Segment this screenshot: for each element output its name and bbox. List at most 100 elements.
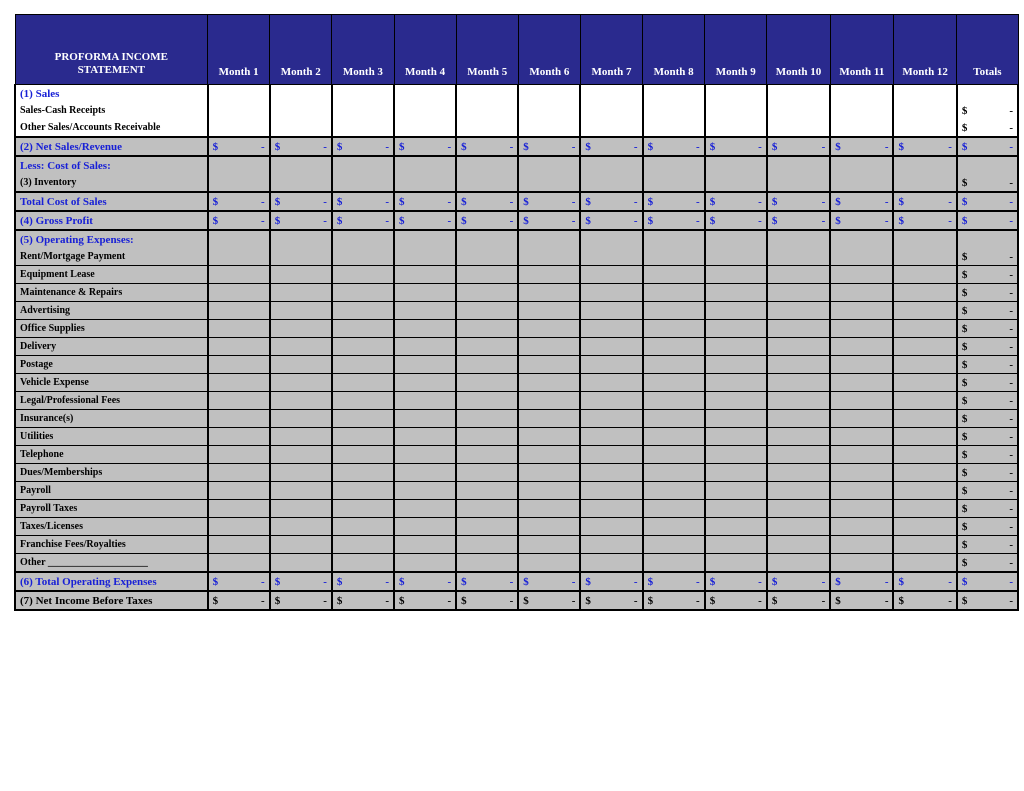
cell[interactable]: [643, 174, 705, 192]
cell[interactable]: $-: [270, 137, 332, 156]
cell[interactable]: [767, 102, 830, 119]
cell[interactable]: [705, 284, 767, 302]
cell[interactable]: [893, 536, 956, 554]
cell[interactable]: [456, 85, 518, 103]
cell[interactable]: [332, 320, 394, 338]
cell[interactable]: [208, 464, 270, 482]
cell-total[interactable]: $-: [957, 374, 1018, 392]
cell[interactable]: [518, 85, 580, 103]
cell[interactable]: [705, 338, 767, 356]
cell[interactable]: $-: [332, 591, 394, 610]
cell[interactable]: [270, 119, 332, 137]
cell[interactable]: [332, 338, 394, 356]
cell[interactable]: [767, 320, 830, 338]
cell[interactable]: [270, 85, 332, 103]
cell[interactable]: $-: [394, 572, 456, 591]
cell[interactable]: [705, 85, 767, 103]
cell[interactable]: [893, 500, 956, 518]
cell[interactable]: [394, 320, 456, 338]
cell[interactable]: [643, 266, 705, 284]
cell[interactable]: [893, 230, 956, 248]
cell[interactable]: [456, 102, 518, 119]
cell[interactable]: [394, 338, 456, 356]
cell[interactable]: [394, 554, 456, 573]
cell[interactable]: [580, 374, 642, 392]
cell[interactable]: [893, 464, 956, 482]
cell[interactable]: [767, 536, 830, 554]
cell[interactable]: [893, 174, 956, 192]
cell[interactable]: [705, 320, 767, 338]
cell-total[interactable]: $-: [957, 500, 1018, 518]
cell[interactable]: [705, 392, 767, 410]
cell[interactable]: $-: [580, 572, 642, 591]
cell[interactable]: [270, 320, 332, 338]
cell[interactable]: [830, 248, 893, 266]
cell[interactable]: [518, 482, 580, 500]
cell[interactable]: [830, 119, 893, 137]
cell[interactable]: [332, 428, 394, 446]
cell[interactable]: [580, 536, 642, 554]
cell[interactable]: [332, 119, 394, 137]
cell-total[interactable]: $-: [957, 211, 1018, 230]
cell-total[interactable]: $-: [957, 410, 1018, 428]
cell[interactable]: [208, 374, 270, 392]
cell[interactable]: [643, 248, 705, 266]
cell[interactable]: [643, 85, 705, 103]
cell[interactable]: [705, 156, 767, 174]
cell-total[interactable]: $-: [957, 174, 1018, 192]
cell[interactable]: [767, 230, 830, 248]
cell[interactable]: [830, 102, 893, 119]
cell[interactable]: $-: [643, 591, 705, 610]
cell[interactable]: [270, 248, 332, 266]
cell-total[interactable]: $-: [957, 554, 1018, 573]
cell[interactable]: [332, 482, 394, 500]
cell[interactable]: [394, 356, 456, 374]
cell[interactable]: [518, 464, 580, 482]
cell[interactable]: [394, 410, 456, 428]
cell[interactable]: [394, 446, 456, 464]
cell[interactable]: [893, 374, 956, 392]
cell[interactable]: [456, 119, 518, 137]
cell[interactable]: [767, 266, 830, 284]
cell[interactable]: [456, 174, 518, 192]
cell[interactable]: $-: [332, 211, 394, 230]
cell-total[interactable]: $-: [957, 572, 1018, 591]
cell[interactable]: $-: [767, 211, 830, 230]
cell-total[interactable]: $-: [957, 137, 1018, 156]
cell[interactable]: [643, 554, 705, 573]
cell[interactable]: [208, 392, 270, 410]
cell[interactable]: [830, 410, 893, 428]
cell[interactable]: [893, 410, 956, 428]
cell[interactable]: [208, 536, 270, 554]
cell[interactable]: [643, 320, 705, 338]
cell[interactable]: [394, 85, 456, 103]
cell[interactable]: [394, 518, 456, 536]
cell[interactable]: [332, 410, 394, 428]
cell[interactable]: [518, 302, 580, 320]
cell[interactable]: [518, 518, 580, 536]
cell[interactable]: $-: [394, 591, 456, 610]
cell[interactable]: [208, 428, 270, 446]
cell[interactable]: [893, 302, 956, 320]
cell[interactable]: [580, 356, 642, 374]
cell[interactable]: [456, 410, 518, 428]
cell[interactable]: $-: [705, 572, 767, 591]
cell[interactable]: [518, 174, 580, 192]
cell[interactable]: [208, 338, 270, 356]
cell[interactable]: [893, 156, 956, 174]
cell[interactable]: [332, 284, 394, 302]
cell[interactable]: $-: [830, 137, 893, 156]
cell[interactable]: [518, 284, 580, 302]
cell[interactable]: [643, 356, 705, 374]
cell[interactable]: [332, 85, 394, 103]
cell[interactable]: [580, 500, 642, 518]
cell-total[interactable]: $-: [957, 119, 1018, 137]
cell[interactable]: [270, 464, 332, 482]
cell[interactable]: [270, 518, 332, 536]
cell-total[interactable]: [957, 156, 1018, 174]
cell[interactable]: $-: [893, 572, 956, 591]
cell-total[interactable]: $-: [957, 302, 1018, 320]
cell[interactable]: [394, 374, 456, 392]
cell[interactable]: [332, 500, 394, 518]
cell[interactable]: [394, 174, 456, 192]
